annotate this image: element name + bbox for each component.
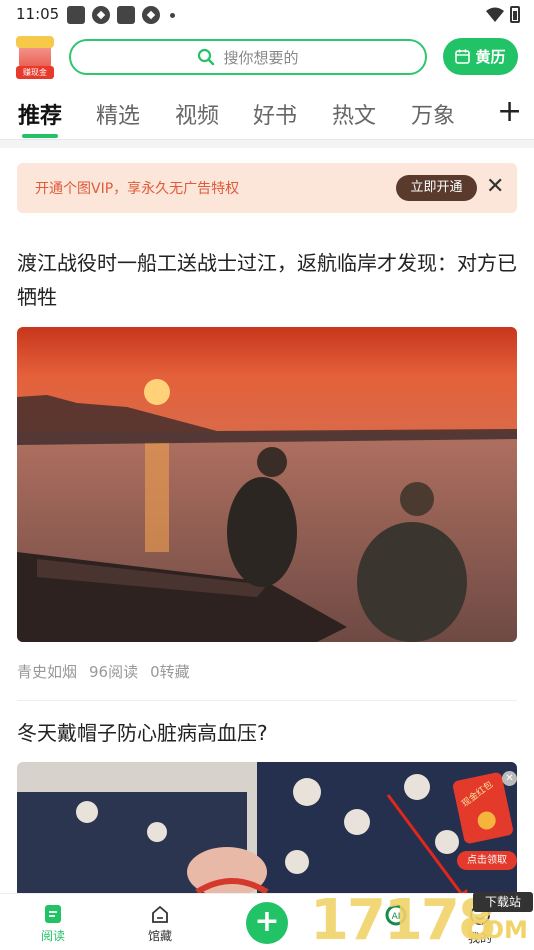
earn-cash-label: 赚现金: [16, 66, 54, 79]
almanac-button[interactable]: 黄历: [443, 38, 518, 75]
close-icon[interactable]: ✕: [486, 173, 504, 201]
knit-gloves-photo: [17, 762, 517, 898]
category-tabs: 推荐 精选 视频 好书 热文 万象 +: [0, 96, 534, 140]
vip-banner: 开通个图VIP，享永久无广告特权 立即开通 ✕: [17, 163, 517, 213]
nav-collection-label: 馆藏: [147, 929, 172, 943]
nav-ai[interactable]: AI: [366, 904, 426, 929]
more-notifications-dot-icon: [170, 12, 175, 18]
article-title[interactable]: 冬天戴帽子防心脏病高血压?: [17, 716, 522, 750]
coin-icon: [476, 809, 498, 832]
tab-vientiane[interactable]: 万象: [411, 98, 455, 130]
search-bar[interactable]: 搜你想要的: [69, 39, 427, 75]
nav-collection[interactable]: 馆藏: [130, 904, 190, 944]
article-image-knit-gloves[interactable]: [17, 762, 517, 898]
add-button[interactable]: +: [246, 902, 288, 944]
notification-icons: [67, 6, 175, 24]
close-icon[interactable]: ✕: [502, 771, 517, 786]
almanac-label: 黄历: [475, 48, 506, 66]
red-packet-label: 现金红包: [460, 779, 496, 810]
svg-text:AI: AI: [392, 912, 401, 922]
app-screen: 11:05 赚现金 搜你想要的 黄历 推荐 精选 视频 好书 热文 万象 + 开…: [0, 0, 534, 950]
wifi-icon: [486, 7, 504, 22]
tab-good-books[interactable]: 好书: [253, 98, 297, 130]
system-icons: [486, 6, 520, 23]
ai-assistant-icon: AI: [385, 904, 407, 926]
tab-featured[interactable]: 精选: [96, 98, 140, 130]
nav-read-label: 阅读: [40, 929, 65, 943]
vip-open-button[interactable]: 立即开通: [396, 175, 477, 201]
article-meta: 青史如烟 96阅读 0转藏: [17, 661, 190, 682]
tab-video[interactable]: 视频: [175, 98, 219, 130]
add-tab-icon[interactable]: +: [497, 96, 522, 128]
calendar-icon: [455, 49, 471, 64]
article-save-count: 0转藏: [150, 663, 190, 681]
article-title[interactable]: 渡江战役时一船工送战士过江，返航临岸才发现：对方已牺牲: [17, 246, 522, 314]
gift-lid-icon: [16, 36, 54, 48]
top-header: 赚现金 搜你想要的 黄历: [0, 34, 534, 84]
status-bar: 11:05: [0, 0, 534, 30]
nav-mine[interactable]: 我的: [450, 904, 510, 946]
battery-icon: [510, 6, 520, 23]
article-read-count: 96阅读: [89, 663, 139, 681]
status-time: 11:05: [16, 5, 60, 23]
earn-cash-button[interactable]: 赚现金: [14, 36, 56, 80]
home-icon: [152, 905, 168, 923]
bottom-nav: 阅读 馆藏 + AI 我的: [0, 893, 534, 950]
article-image-sunset-boat[interactable]: [17, 327, 517, 642]
tab-hot-articles[interactable]: 热文: [332, 98, 376, 130]
app-notification-icon: [117, 6, 135, 24]
cash-red-packet-widget[interactable]: 现金红包 ✕ 点击领取: [451, 768, 519, 872]
app-notification-icon: [67, 6, 85, 24]
article-divider: [17, 700, 517, 701]
article-author[interactable]: 青史如烟: [17, 661, 77, 682]
pinwheel-notification-icon: [92, 6, 110, 24]
smiley-profile-icon: [470, 905, 490, 925]
sunset-river-photo: [17, 327, 517, 642]
search-icon: [198, 48, 215, 66]
book-icon: [45, 905, 61, 923]
search-placeholder: 搜你想要的: [223, 48, 299, 67]
section-divider: [0, 140, 534, 148]
nav-read[interactable]: 阅读: [23, 904, 83, 944]
tab-recommend[interactable]: 推荐: [18, 98, 62, 130]
pinwheel-notification-icon: [142, 6, 160, 24]
claim-red-packet-button[interactable]: 点击领取: [457, 851, 517, 870]
active-tab-indicator: [22, 134, 58, 138]
vip-promo-text: 开通个图VIP，享永久无广告特权: [35, 181, 240, 197]
nav-mine-label: 我的: [467, 931, 492, 945]
